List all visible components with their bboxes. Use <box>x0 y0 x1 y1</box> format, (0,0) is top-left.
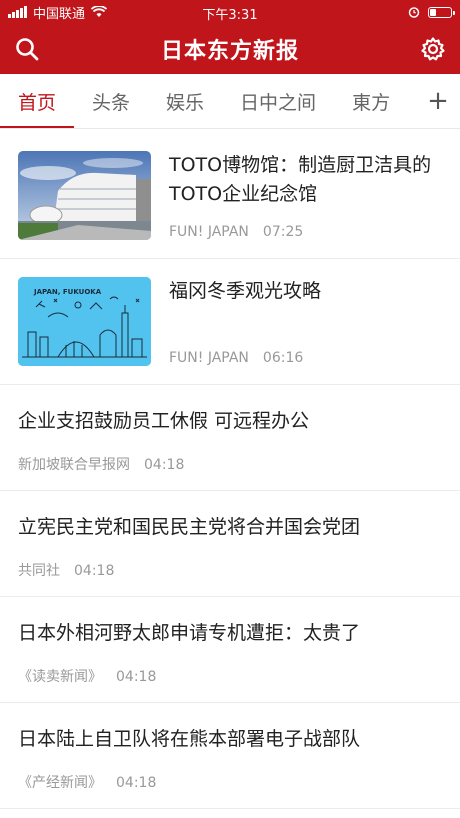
tab-japan-china[interactable]: 日中之间 <box>222 74 334 128</box>
news-time: 06:16 <box>262 350 304 366</box>
alarm-icon <box>408 7 420 18</box>
news-item[interactable]: 日本外相河野太郎申请专机遭拒：太贵了 《读卖新闻》 04:18 <box>0 597 460 703</box>
category-tabs: 首页 头条 娱乐 日中之间 東方 + <box>0 74 460 129</box>
news-time: 07:25 <box>262 224 304 240</box>
news-title: 立宪民主党和国民民主党将合并国会党团 <box>18 516 361 538</box>
news-title: 日本外相河野太郎申请专机遭拒：太贵了 <box>18 622 361 644</box>
thumbnail-caption: JAPAN, FUKUOKA <box>33 288 102 296</box>
news-time: 04:18 <box>116 669 157 685</box>
wifi-icon <box>91 6 108 17</box>
news-item[interactable]: 企业支招鼓励员工休假 可远程办公 新加坡联合早报网 04:18 <box>0 385 460 491</box>
news-meta: 共同社 04:18 <box>18 560 442 580</box>
news-thumbnail <box>18 151 151 240</box>
news-source: FUN! JAPAN <box>169 224 249 240</box>
search-icon <box>16 38 39 61</box>
news-title: 企业支招鼓励员工休假 可远程办公 <box>18 410 310 432</box>
tab-headlines[interactable]: 头条 <box>74 74 148 128</box>
news-source: 共同社 <box>18 563 60 579</box>
news-source: FUN! JAPAN <box>169 350 249 366</box>
news-item[interactable]: 立宪民主党和国民民主党将合并国会党团 共同社 04:18 <box>0 491 460 597</box>
news-item[interactable]: JAPAN, FUKUOKA 福冈冬季观光攻略 FUN! JAPAN 06:16 <box>0 259 460 385</box>
news-source: 新加坡联合早报网 <box>18 457 130 473</box>
add-tab-button[interactable]: + <box>416 74 460 128</box>
plus-icon: + <box>427 86 449 116</box>
search-button[interactable] <box>12 34 42 64</box>
carrier-label: 中国联通 <box>33 6 86 22</box>
news-meta: 新加坡联合早报网 04:18 <box>18 454 442 474</box>
news-source: 《产经新闻》 <box>18 775 102 791</box>
news-time: 04:18 <box>74 563 115 579</box>
battery-icon <box>428 6 455 18</box>
news-source: 《读卖新闻》 <box>18 669 102 685</box>
news-feed: TOTO博物馆：制造厨卫洁具的TOTO企业纪念馆 FUN! JAPAN 07:25… <box>0 129 460 809</box>
news-title: TOTO博物馆：制造厨卫洁具的TOTO企业纪念馆 <box>169 154 432 205</box>
status-bar: 中国联通 下午3:31 <box>0 0 460 24</box>
tab-entertainment[interactable]: 娱乐 <box>148 74 222 128</box>
news-time: 04:18 <box>144 457 185 473</box>
tab-home[interactable]: 首页 <box>0 74 75 128</box>
signal-icon <box>8 6 27 18</box>
news-meta: 《产经新闻》 04:18 <box>18 772 442 792</box>
news-meta: FUN! JAPAN 06:16 <box>169 350 442 366</box>
news-meta: FUN! JAPAN 07:25 <box>169 224 442 240</box>
news-title: 福冈冬季观光攻略 <box>169 280 322 302</box>
news-item[interactable]: TOTO博物馆：制造厨卫洁具的TOTO企业纪念馆 FUN! JAPAN 07:25 <box>0 129 460 259</box>
settings-button[interactable] <box>418 34 448 64</box>
news-item[interactable]: 日本陆上自卫队将在熊本部署电子战部队 《产经新闻》 04:18 <box>0 703 460 809</box>
app-header: 日本东方新报 <box>0 24 460 74</box>
page-title: 日本东方新报 <box>160 39 299 64</box>
news-title: 日本陆上自卫队将在熊本部署电子战部队 <box>18 728 361 750</box>
news-thumbnail: JAPAN, FUKUOKA <box>18 277 151 366</box>
news-time: 04:18 <box>116 775 157 791</box>
tab-dongfang[interactable]: 東方 <box>334 74 408 128</box>
news-meta: 《读卖新闻》 04:18 <box>18 666 442 686</box>
gear-icon <box>421 37 445 61</box>
